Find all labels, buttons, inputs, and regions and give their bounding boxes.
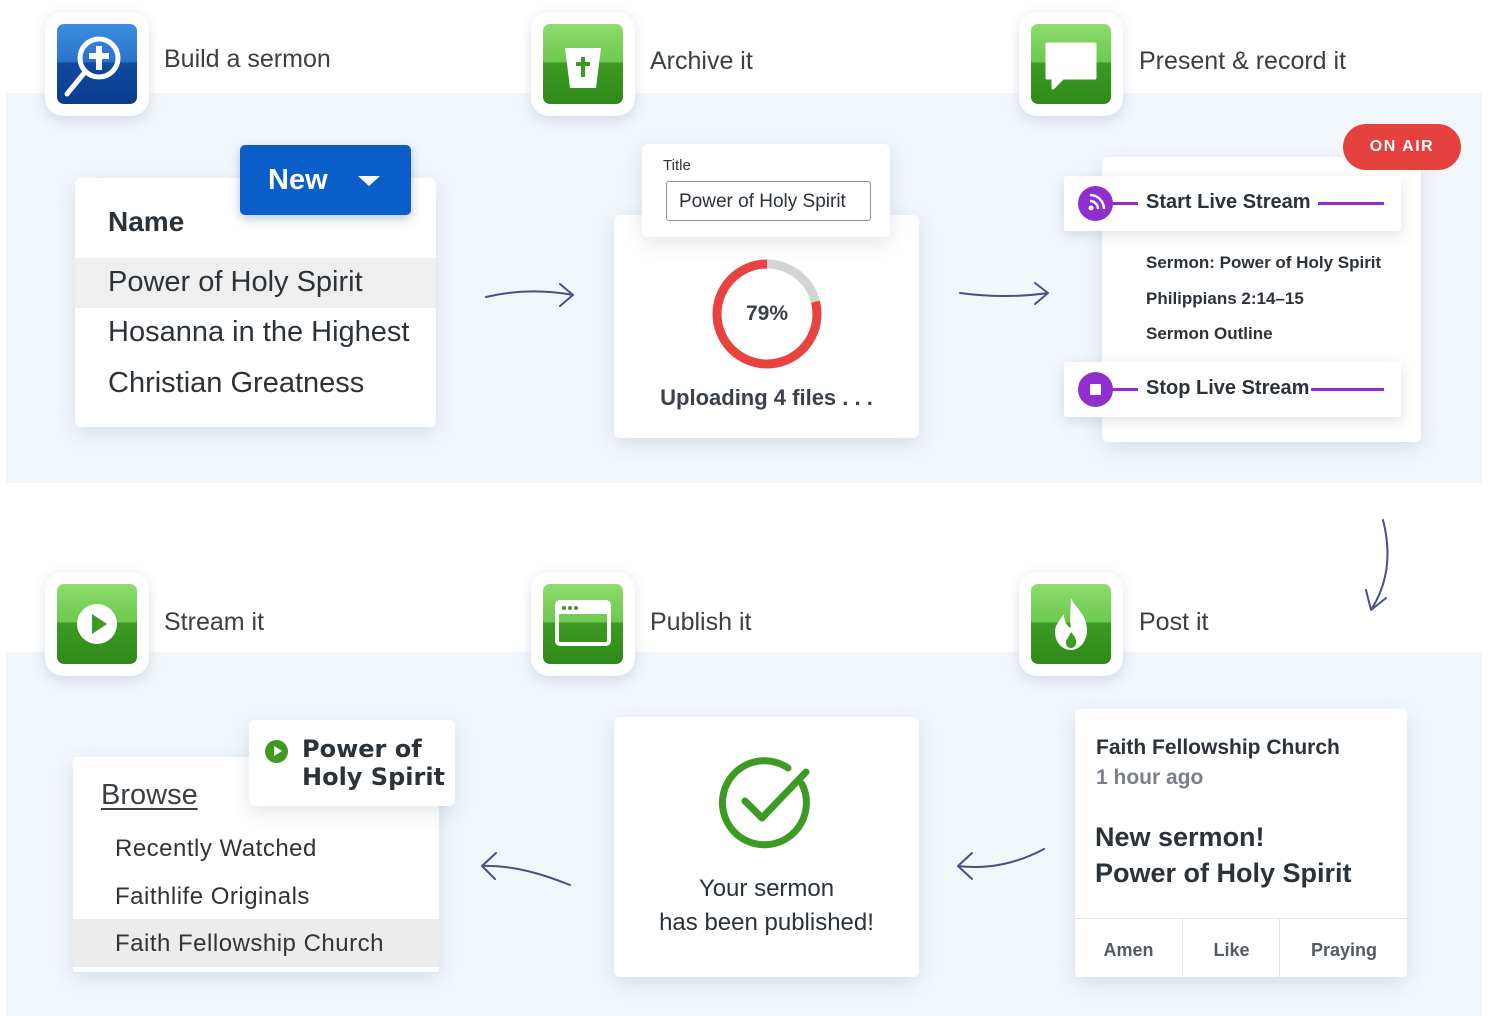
social-post-card: Faith Fellowship Church 1 hour ago New s… (1075, 709, 1407, 978)
stream-line (1112, 202, 1138, 205)
stream-line (1318, 202, 1384, 205)
chevron-down-icon (358, 176, 380, 186)
step-label-present: Present & record it (1139, 47, 1347, 75)
browse-item-label: Faith Fellowship Church (115, 930, 384, 957)
publish-message-line1: Your sermon (698, 875, 835, 902)
post-message-line1: New sermon! (1095, 822, 1265, 852)
title-input[interactable]: Power of Holy Spirit (666, 181, 871, 221)
title-field-label: Title (663, 157, 691, 174)
broadcast-icon (1078, 186, 1113, 221)
browser-window-icon (531, 572, 635, 676)
stop-icon (1078, 372, 1113, 407)
title-input-value: Power of Holy Spirit (679, 191, 846, 212)
sermon-list-card: Name Power of Holy Spirit Hosanna in the… (75, 178, 436, 427)
now-playing-title-line1: Power of (302, 735, 422, 763)
step-label-build: Build a sermon (164, 45, 331, 73)
arrow-build-to-archive (485, 283, 574, 307)
archive-cup-icon (531, 12, 635, 116)
now-playing-title-line2: Holy Spirit (302, 763, 446, 791)
arrow-stream-from-publish (481, 852, 571, 886)
start-live-stream-label: Start Live Stream (1146, 191, 1311, 213)
present-item[interactable]: Philippians 2:14–15 (1146, 289, 1304, 309)
now-playing-card[interactable]: Power of Holy Spirit (249, 720, 455, 806)
praying-button[interactable]: Praying (1279, 919, 1408, 978)
sermon-row-label: Power of Holy Spirit (108, 266, 363, 298)
browse-item-label: Faithlife Originals (115, 883, 310, 910)
now-playing-title: Power of Holy Spirit (302, 735, 445, 791)
post-message-line2: Power of Holy Spirit (1095, 858, 1352, 888)
name-column-header: Name (108, 206, 185, 237)
publish-message-line2: has been published! (659, 909, 874, 936)
chat-bubble-icon (1019, 12, 1123, 116)
new-button-label: New (268, 164, 328, 196)
step-label-publish: Publish it (650, 608, 752, 636)
browse-item[interactable]: Faith Fellowship Church (73, 919, 439, 967)
upload-status-text: Uploading 4 files . . . (660, 385, 873, 410)
publish-message: Your sermon has been published! (614, 872, 919, 940)
stop-live-stream-button[interactable]: Stop Live Stream (1064, 362, 1401, 417)
browse-item[interactable]: Recently Watched (73, 824, 439, 872)
publish-card: Your sermon has been published! (614, 717, 919, 977)
post-author[interactable]: Faith Fellowship Church (1096, 736, 1340, 760)
sermon-row[interactable]: Hosanna in the Highest (75, 308, 436, 358)
faithlife-flame-icon (1019, 572, 1123, 676)
upload-card: 79% Uploading 4 files . . . (614, 215, 919, 438)
post-actions: Amen Like Praying (1075, 918, 1407, 978)
stream-line (1311, 388, 1384, 391)
stream-line (1112, 388, 1138, 391)
browse-item-label: Recently Watched (115, 835, 317, 862)
like-button[interactable]: Like (1182, 919, 1280, 978)
play-circle-icon (45, 572, 149, 676)
new-dropdown-button[interactable]: New (240, 145, 411, 215)
arrow-archive-to-present (959, 282, 1049, 305)
arrow-present-to-post (1365, 519, 1389, 611)
amen-button[interactable]: Amen (1075, 919, 1182, 978)
present-item[interactable]: Sermon Outline (1146, 324, 1273, 344)
sermon-row[interactable]: Power of Holy Spirit (75, 258, 436, 308)
post-message: New sermon! Power of Holy Spirit (1095, 819, 1352, 891)
sermon-row[interactable]: Christian Greatness (75, 359, 436, 409)
browse-header[interactable]: Browse (101, 779, 198, 812)
post-timestamp: 1 hour ago (1096, 766, 1204, 789)
play-icon[interactable] (265, 740, 288, 763)
title-field-card: Title Power of Holy Spirit (642, 144, 890, 237)
step-label-archive: Archive it (650, 47, 753, 75)
step-label-post: Post it (1139, 608, 1209, 636)
upload-progress-percent: 79% (745, 302, 789, 325)
logos-bible-search-icon (45, 12, 149, 116)
sermon-row-label: Hosanna in the Highest (108, 316, 410, 348)
stop-live-stream-label: Stop Live Stream (1146, 377, 1310, 399)
on-air-badge: ON AIR (1343, 124, 1461, 170)
start-live-stream-button[interactable]: Start Live Stream (1064, 176, 1401, 231)
present-item[interactable]: Sermon: Power of Holy Spirit (1146, 253, 1381, 273)
step-label-stream: Stream it (164, 608, 265, 636)
sermon-row-label: Christian Greatness (108, 367, 365, 399)
arrow-post-to-publish (957, 848, 1045, 880)
browse-item[interactable]: Faithlife Originals (73, 872, 439, 920)
check-circle-icon (718, 757, 810, 849)
